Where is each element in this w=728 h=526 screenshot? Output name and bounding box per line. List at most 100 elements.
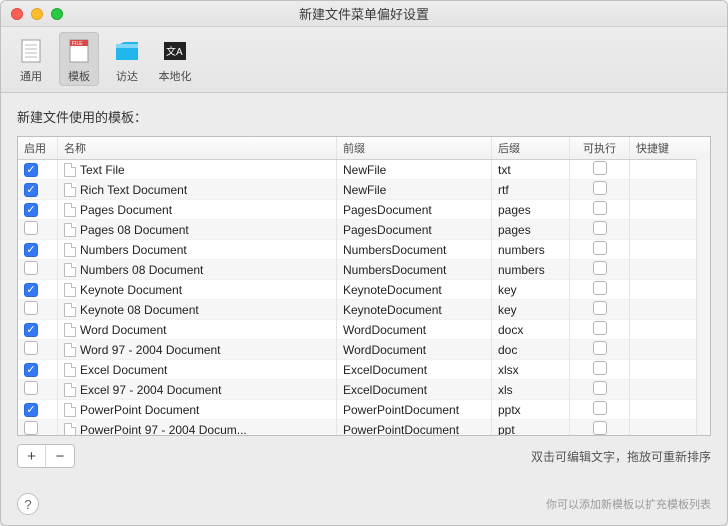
close-window-button[interactable] [11, 8, 23, 20]
document-icon [64, 243, 76, 257]
executable-checkbox[interactable] [593, 281, 607, 295]
executable-checkbox[interactable] [593, 401, 607, 415]
executable-checkbox[interactable] [593, 421, 607, 435]
executable-checkbox[interactable] [593, 261, 607, 275]
vertical-scrollbar[interactable] [696, 159, 710, 435]
preferences-toolbar: 通用 FILE 模板 访达 文A本地化 [1, 27, 727, 93]
prefix-cell: ExcelDocument [337, 360, 492, 380]
table-row[interactable]: Numbers 08 DocumentNumbersDocumentnumber… [18, 260, 710, 280]
suffix-cell: numbers [492, 240, 570, 260]
suffix-cell: rtf [492, 180, 570, 200]
add-button[interactable]: + [18, 445, 46, 467]
suffix-cell: pages [492, 220, 570, 240]
enable-checkbox[interactable] [24, 301, 38, 315]
col-enable-header[interactable]: 启用 [18, 137, 58, 159]
document-icon [64, 183, 76, 197]
executable-checkbox[interactable] [593, 301, 607, 315]
col-exec-header[interactable]: 可执行 [570, 137, 630, 159]
template-name: Pages Document [80, 203, 172, 217]
template-icon: FILE [64, 36, 94, 66]
enable-checkbox[interactable] [24, 183, 38, 197]
suffix-cell: key [492, 300, 570, 320]
suffix-cell: numbers [492, 260, 570, 280]
content-area: 新建文件使用的模板： 启用 名称 前缀 后缀 可执行 快捷键 Text File… [1, 93, 727, 476]
toolbar-tab-template[interactable]: FILE 模板 [59, 32, 99, 86]
svg-text:FILE: FILE [72, 41, 83, 47]
executable-checkbox[interactable] [593, 241, 607, 255]
prefix-cell: PowerPointDocument [337, 400, 492, 420]
prefix-cell: WordDocument [337, 340, 492, 360]
template-name: Text File [80, 163, 125, 177]
suffix-cell: doc [492, 340, 570, 360]
document-icon [64, 323, 76, 337]
below-table-controls: + − 双击可编辑文字，拖放可重新排序 [17, 444, 711, 468]
enable-checkbox[interactable] [24, 323, 38, 337]
col-suffix-header[interactable]: 后缀 [492, 137, 570, 159]
enable-checkbox[interactable] [24, 341, 38, 355]
toolbar-tab-locale[interactable]: 文A本地化 [155, 32, 195, 86]
prefix-cell: KeynoteDocument [337, 300, 492, 320]
template-name: Pages 08 Document [80, 223, 189, 237]
suffix-cell: xlsx [492, 360, 570, 380]
enable-checkbox[interactable] [24, 163, 38, 177]
table-row[interactable]: Pages 08 DocumentPagesDocumentpages [18, 220, 710, 240]
executable-checkbox[interactable] [593, 321, 607, 335]
template-name: Rich Text Document [80, 183, 187, 197]
template-name: Keynote 08 Document [80, 303, 199, 317]
document-icon [64, 403, 76, 417]
prefix-cell: NumbersDocument [337, 240, 492, 260]
enable-checkbox[interactable] [24, 381, 38, 395]
document-icon [64, 383, 76, 397]
table-row[interactable]: PowerPoint DocumentPowerPointDocumentppt… [18, 400, 710, 420]
zoom-window-button[interactable] [51, 8, 63, 20]
enable-checkbox[interactable] [24, 421, 38, 435]
enable-checkbox[interactable] [24, 261, 38, 275]
executable-checkbox[interactable] [593, 361, 607, 375]
executable-checkbox[interactable] [593, 381, 607, 395]
executable-checkbox[interactable] [593, 341, 607, 355]
executable-checkbox[interactable] [593, 161, 607, 175]
col-prefix-header[interactable]: 前缀 [337, 137, 492, 159]
enable-checkbox[interactable] [24, 403, 38, 417]
toolbar-tab-general[interactable]: 通用 [11, 32, 51, 86]
toolbar-tab-label: 访达 [116, 68, 138, 84]
table-row[interactable]: PowerPoint 97 - 2004 Docum...PowerPointD… [18, 420, 710, 435]
table-body: Text FileNewFiletxtRich Text DocumentNew… [18, 160, 710, 435]
document-icon [64, 223, 76, 237]
executable-checkbox[interactable] [593, 181, 607, 195]
document-icon [64, 343, 76, 357]
table-row[interactable]: Numbers Document NumbersDocumentnumbers [18, 240, 710, 260]
table-row[interactable]: Text FileNewFiletxt [18, 160, 710, 180]
col-short-header[interactable]: 快捷键 [630, 137, 710, 159]
table-row[interactable]: Keynote DocumentKeynoteDocumentkey [18, 280, 710, 300]
toolbar-tab-label: 通用 [20, 68, 42, 84]
template-name: PowerPoint 97 - 2004 Docum... [80, 423, 247, 436]
footer-note: 你可以添加新模板以扩充模板列表 [546, 496, 711, 512]
col-name-header[interactable]: 名称 [58, 137, 337, 159]
prefix-cell: NewFile [337, 160, 492, 180]
enable-checkbox[interactable] [24, 363, 38, 377]
document-icon [64, 303, 76, 317]
enable-checkbox[interactable] [24, 203, 38, 217]
prefix-cell: NewFile [337, 180, 492, 200]
enable-checkbox[interactable] [24, 243, 38, 257]
table-row[interactable]: Word 97 - 2004 DocumentWordDocumentdoc [18, 340, 710, 360]
table-row[interactable]: Word DocumentWordDocumentdocx [18, 320, 710, 340]
enable-checkbox[interactable] [24, 283, 38, 297]
table-header: 启用 名称 前缀 后缀 可执行 快捷键 [18, 137, 710, 160]
table-row[interactable]: Pages DocumentPagesDocumentpages [18, 200, 710, 220]
table-row[interactable]: Excel 97 - 2004 DocumentExcelDocumentxls [18, 380, 710, 400]
table-row[interactable]: Keynote 08 Document KeynoteDocumentkey [18, 300, 710, 320]
help-button[interactable]: ? [17, 493, 39, 515]
table-row[interactable]: Rich Text Document NewFilertf [18, 180, 710, 200]
executable-checkbox[interactable] [593, 221, 607, 235]
template-name: Numbers Document [80, 243, 187, 257]
remove-button[interactable]: − [46, 445, 74, 467]
add-remove-group: + − [17, 444, 75, 468]
toolbar-tab-finder[interactable]: 访达 [107, 32, 147, 86]
enable-checkbox[interactable] [24, 221, 38, 235]
table-row[interactable]: Excel DocumentExcelDocumentxlsx [18, 360, 710, 380]
toolbar-tab-label: 模板 [68, 68, 90, 84]
minimize-window-button[interactable] [31, 8, 43, 20]
executable-checkbox[interactable] [593, 201, 607, 215]
